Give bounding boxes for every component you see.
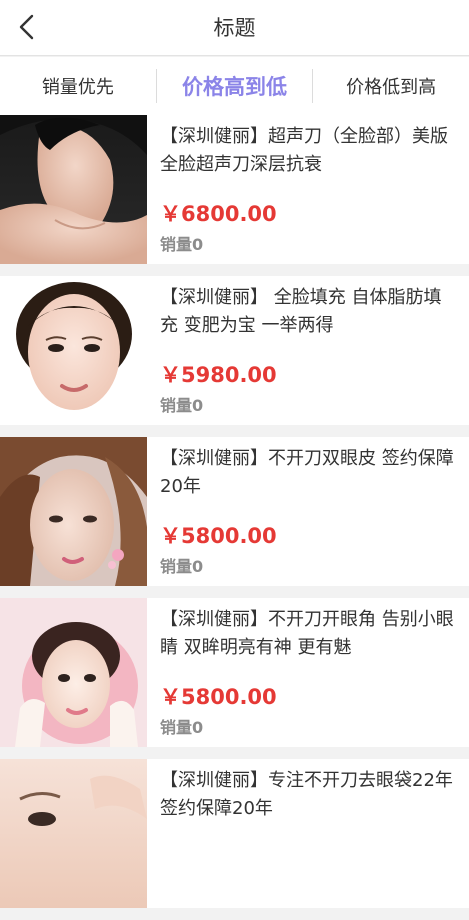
product-price: ￥5980.00 bbox=[160, 363, 277, 387]
product-image bbox=[0, 598, 147, 747]
product-price: ￥5800.00 bbox=[160, 524, 277, 548]
top-bar: 标题 bbox=[0, 0, 469, 56]
product-list: 【深圳健丽】超声刀（全脸部）美版全脸超声刀深层抗衰 ￥6800.00 销量0 【… bbox=[0, 115, 469, 920]
tab-price-low-to-high[interactable]: 价格低到高 bbox=[313, 57, 469, 115]
product-image bbox=[0, 115, 147, 264]
product-price: ￥6800.00 bbox=[160, 202, 277, 226]
product-item[interactable]: 【深圳健丽】不开刀双眼皮 签约保障20年 ￥5800.00 销量0 bbox=[0, 437, 469, 586]
product-price: ￥5800.00 bbox=[160, 685, 277, 709]
product-sales: 销量0 bbox=[160, 396, 204, 415]
product-price bbox=[160, 845, 459, 871]
product-image bbox=[0, 437, 147, 586]
page-title: 标题 bbox=[213, 16, 256, 40]
product-name: 【深圳健丽】 全脸填充 自体脂肪填充 变肥为宝 一举两得 bbox=[160, 287, 442, 336]
product-name: 【深圳健丽】超声刀（全脸部）美版全脸超声刀深层抗衰 bbox=[160, 126, 448, 175]
tab-sales-first[interactable]: 销量优先 bbox=[0, 57, 156, 115]
product-item[interactable]: 【深圳健丽】超声刀（全脸部）美版全脸超声刀深层抗衰 ￥6800.00 销量0 bbox=[0, 115, 469, 264]
product-item[interactable]: 【深圳健丽】 全脸填充 自体脂肪填充 变肥为宝 一举两得 ￥5980.00 销量… bbox=[0, 276, 469, 425]
product-name: 【深圳健丽】专注不开刀去眼袋22年 签约保障20年 bbox=[160, 770, 453, 819]
product-sales: 销量0 bbox=[160, 235, 204, 254]
product-sales: 销量0 bbox=[160, 718, 204, 737]
product-name: 【深圳健丽】不开刀双眼皮 签约保障20年 bbox=[160, 448, 454, 497]
product-sales: 销量0 bbox=[160, 557, 204, 576]
product-image bbox=[0, 276, 147, 425]
product-name: 【深圳健丽】不开刀开眼角 告别小眼睛 双眸明亮有神 更有魅 bbox=[160, 609, 454, 658]
product-item[interactable]: 【深圳健丽】不开刀开眼角 告别小眼睛 双眸明亮有神 更有魅 ￥5800.00 销… bbox=[0, 598, 469, 747]
sort-tabs: 销量优先 价格高到低 价格低到高 bbox=[0, 57, 469, 115]
tab-price-high-to-low[interactable]: 价格高到低 bbox=[157, 57, 313, 115]
